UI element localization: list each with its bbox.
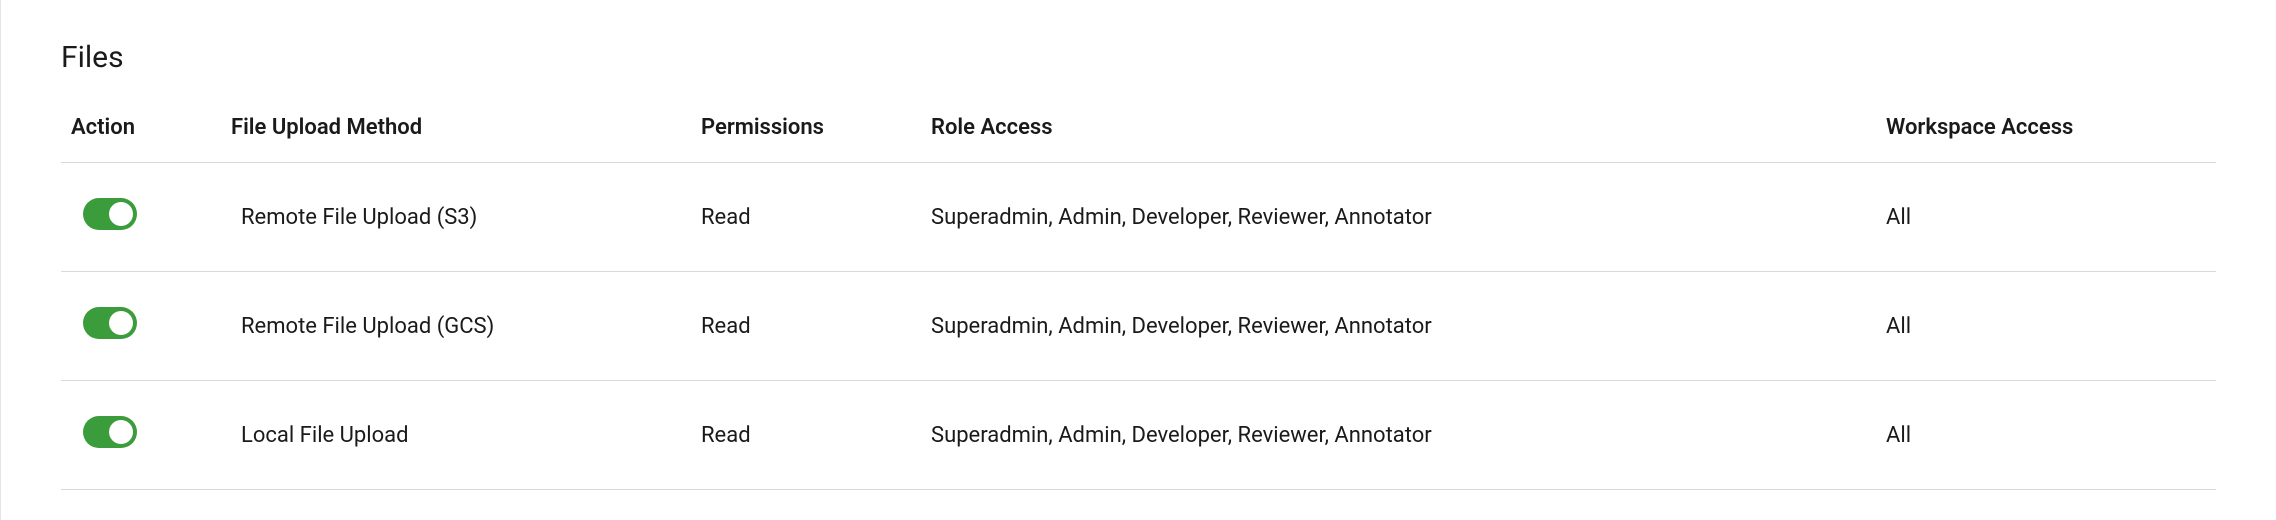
cell-role-access: Superadmin, Admin, Developer, Reviewer, …	[921, 272, 1876, 381]
table-header-row: Action File Upload Method Permissions Ro…	[61, 115, 2216, 163]
cell-permissions: Read	[691, 163, 921, 272]
header-role-access: Role Access	[921, 115, 1876, 163]
header-action: Action	[61, 115, 221, 163]
toggle-knob-icon	[109, 420, 133, 444]
cell-role-access: Superadmin, Admin, Developer, Reviewer, …	[921, 163, 1876, 272]
cell-method: Remote File Upload (GCS)	[221, 272, 691, 381]
table-row: Remote File Upload (GCS) Read Superadmin…	[61, 272, 2216, 381]
table-row: Local File Upload Read Superadmin, Admin…	[61, 381, 2216, 490]
cell-permissions: Read	[691, 272, 921, 381]
header-permissions: Permissions	[691, 115, 921, 163]
header-method: File Upload Method	[221, 115, 691, 163]
toggle-switch[interactable]	[83, 198, 137, 230]
cell-workspace-access: All	[1876, 381, 2216, 490]
cell-permissions: Read	[691, 381, 921, 490]
cell-method: Remote File Upload (S3)	[221, 163, 691, 272]
cell-method: Local File Upload	[221, 381, 691, 490]
toggle-switch[interactable]	[83, 307, 137, 339]
header-workspace-access: Workspace Access	[1876, 115, 2216, 163]
section-title-files: Files	[61, 40, 2216, 75]
toggle-knob-icon	[109, 202, 133, 226]
cell-workspace-access: All	[1876, 163, 2216, 272]
table-row: Remote File Upload (S3) Read Superadmin,…	[61, 163, 2216, 272]
files-table: Action File Upload Method Permissions Ro…	[61, 115, 2216, 490]
cell-workspace-access: All	[1876, 272, 2216, 381]
cell-role-access: Superadmin, Admin, Developer, Reviewer, …	[921, 381, 1876, 490]
toggle-switch[interactable]	[83, 416, 137, 448]
toggle-knob-icon	[109, 311, 133, 335]
